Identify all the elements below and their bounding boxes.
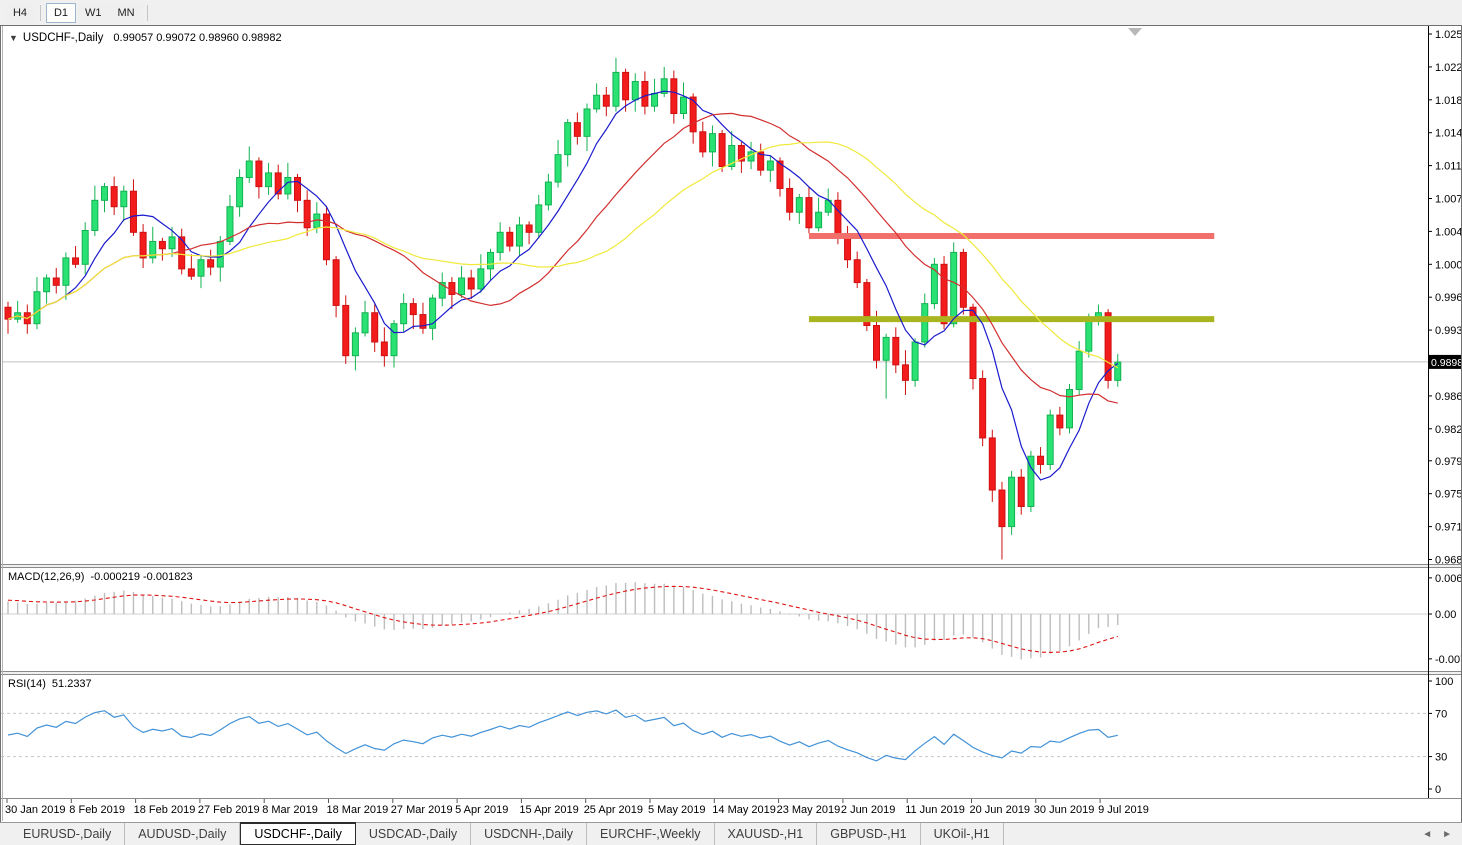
svg-text:30 Jan 2019: 30 Jan 2019 xyxy=(5,804,66,816)
svg-text:14 May 2019: 14 May 2019 xyxy=(712,804,776,816)
rsi-indicator-label: RSI(14) 51.2337 xyxy=(8,678,92,690)
svg-text:1.01850: 1.01850 xyxy=(1435,95,1461,107)
svg-text:1.00050: 1.00050 xyxy=(1435,259,1461,271)
svg-text:1.01130: 1.01130 xyxy=(1435,161,1461,173)
macd-indicator-label: MACD(12,26,9) -0.000219 -0.001823 xyxy=(8,571,193,583)
svg-text:30 Jun 2019: 30 Jun 2019 xyxy=(1034,804,1095,816)
toolbar-separator xyxy=(40,4,41,21)
svg-text:0.98982: 0.98982 xyxy=(1431,357,1461,369)
svg-text:30: 30 xyxy=(1435,752,1447,764)
timeframe-button-h4[interactable]: H4 xyxy=(5,2,35,23)
svg-text:11 Jun 2019: 11 Jun 2019 xyxy=(905,804,965,816)
svg-text:8 Feb 2019: 8 Feb 2019 xyxy=(69,804,125,816)
svg-text:18 Mar 2019: 18 Mar 2019 xyxy=(327,804,389,816)
timeframe-button-mn[interactable]: MN xyxy=(110,2,142,23)
svg-text:1.01490: 1.01490 xyxy=(1435,128,1461,140)
svg-text:1.02570: 1.02570 xyxy=(1435,29,1461,41)
svg-text:0.00: 0.00 xyxy=(1435,609,1456,621)
tab-scroll-right-icon[interactable]: ► xyxy=(1442,829,1452,840)
svg-text:0: 0 xyxy=(1435,784,1441,796)
tab-gbpusd-h1[interactable]: GBPUSD-,H1 xyxy=(817,823,921,845)
tab-usdchf-daily[interactable]: USDCHF-,Daily xyxy=(240,822,356,845)
svg-text:20 Jun 2019: 20 Jun 2019 xyxy=(970,804,1031,816)
tab-xauusd-h1[interactable]: XAUUSD-,H1 xyxy=(715,823,818,845)
svg-text:5 May 2019: 5 May 2019 xyxy=(648,804,705,816)
tab-audusd-daily[interactable]: AUDUSD-,Daily xyxy=(125,823,241,845)
svg-text:18 Feb 2019: 18 Feb 2019 xyxy=(134,804,196,816)
svg-text:0.98610: 0.98610 xyxy=(1435,391,1461,403)
chart-tab-bar: EURUSD-,Daily AUDUSD-,Daily USDCHF-,Dail… xyxy=(0,822,1462,845)
chart-canvas[interactable]: 1.02570 1.02210 1.01850 1.01490 1.01130 1.007… xyxy=(1,26,1461,821)
svg-text:25 Apr 2019: 25 Apr 2019 xyxy=(584,804,643,816)
svg-text:100: 100 xyxy=(1435,676,1453,688)
svg-text:-0.00761: -0.00761 xyxy=(1435,654,1461,666)
chart-window: 1.02570 1.02210 1.01850 1.01490 1.01130 1.007… xyxy=(0,25,1462,822)
macd-name: MACD(12,26,9) xyxy=(8,571,85,583)
toolbar-separator xyxy=(146,4,148,21)
svg-text:27 Feb 2019: 27 Feb 2019 xyxy=(198,804,260,816)
svg-text:0.96820: 0.96820 xyxy=(1435,554,1461,566)
svg-text:23 May 2019: 23 May 2019 xyxy=(777,804,841,816)
chart-symbol-label: USDCHF-,Daily xyxy=(22,32,104,44)
chart-ohlc-values: 0.99057 0.99072 0.98960 0.98982 xyxy=(113,32,282,44)
tab-ukoil-h1[interactable]: UKOil-,H1 xyxy=(921,823,1004,845)
chart-title: ▼ USDCHF-,Daily 0.99057 0.99072 0.98960 0.… xyxy=(9,32,282,44)
svg-text:70: 70 xyxy=(1435,708,1447,720)
tab-eurchf-weekly[interactable]: EURCHF-,Weekly xyxy=(587,823,715,845)
svg-text:0.97900: 0.97900 xyxy=(1435,456,1461,468)
svg-text:0.97540: 0.97540 xyxy=(1435,489,1461,501)
rsi-value: 51.2337 xyxy=(51,678,92,690)
tab-eurusd-daily[interactable]: EURUSD-,Daily xyxy=(10,823,126,845)
tab-usdcad-daily[interactable]: USDCAD-,Daily xyxy=(356,823,472,845)
svg-text:0.97180: 0.97180 xyxy=(1435,522,1461,534)
timeframe-button-w1[interactable]: W1 xyxy=(78,2,109,23)
svg-text:9 Jul 2019: 9 Jul 2019 xyxy=(1098,804,1149,816)
svg-text:27 Mar 2019: 27 Mar 2019 xyxy=(391,804,453,816)
tab-scroll-left-icon[interactable]: ◄ xyxy=(1422,829,1432,840)
svg-text:0.00613: 0.00613 xyxy=(1435,573,1461,585)
chart-dropdown-icon[interactable]: ▼ xyxy=(9,33,18,43)
svg-text:5 Apr 2019: 5 Apr 2019 xyxy=(455,804,508,816)
rsi-name: RSI(14) xyxy=(8,678,46,690)
svg-text:0.98250: 0.98250 xyxy=(1435,424,1461,436)
timeframe-button-d1[interactable]: D1 xyxy=(46,2,76,23)
svg-text:1.02210: 1.02210 xyxy=(1435,62,1461,74)
tab-usdcnh-daily[interactable]: USDCNH-,Daily xyxy=(471,823,588,845)
svg-text:8 Mar 2019: 8 Mar 2019 xyxy=(262,804,318,816)
timeframe-toolbar: H4 D1 W1 MN xyxy=(0,0,1462,25)
svg-text:2 Jun 2019: 2 Jun 2019 xyxy=(841,804,895,816)
svg-text:1.00410: 1.00410 xyxy=(1435,226,1461,238)
svg-text:1.00770: 1.00770 xyxy=(1435,194,1461,206)
svg-text:0.99330: 0.99330 xyxy=(1435,325,1461,337)
macd-values: -0.000219 -0.001823 xyxy=(90,571,193,583)
svg-text:15 Apr 2019: 15 Apr 2019 xyxy=(519,804,578,816)
svg-text:0.99690: 0.99690 xyxy=(1435,292,1461,304)
